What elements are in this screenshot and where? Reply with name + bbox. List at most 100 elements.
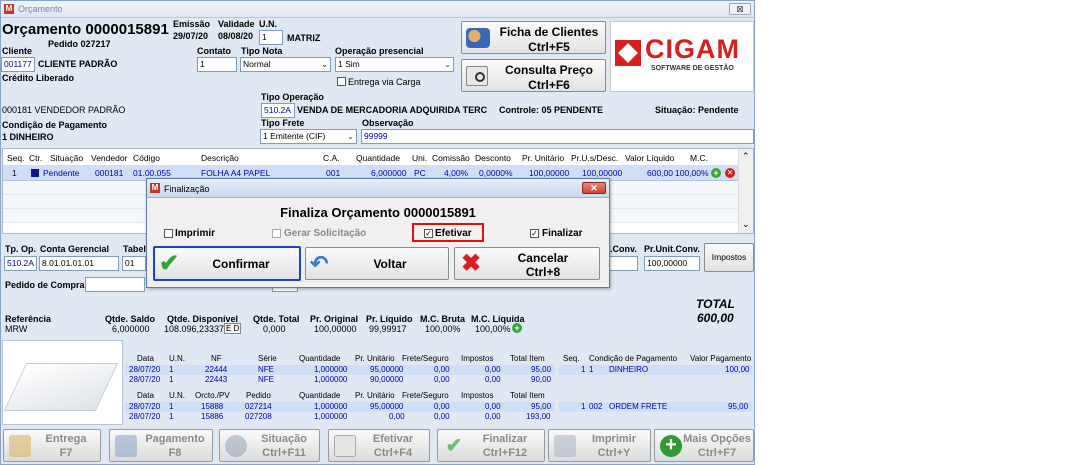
cell: 1	[169, 412, 174, 421]
un-input[interactable]: 1	[259, 30, 283, 45]
col-ctr[interactable]: Ctr.	[29, 153, 42, 163]
situacao-button[interactable]: Situação Ctrl+F11	[219, 429, 320, 462]
col-quantidade[interactable]: Quantidade	[356, 153, 400, 163]
col-situacao[interactable]: Situação	[50, 153, 83, 163]
col-comissao[interactable]: Comissão	[432, 153, 470, 163]
mais-opcoes-button[interactable]: + Mais Opções Ctrl+F7	[654, 429, 754, 462]
observacao-input[interactable]: 99999	[361, 129, 754, 144]
orc-col-data: Data	[137, 391, 154, 400]
conta-label: Conta Gerencial	[40, 244, 110, 254]
cell: 193,00	[526, 412, 551, 421]
cell: 0,00	[389, 412, 405, 421]
finalizar-button[interactable]: ✔ Finalizar Ctrl+F12	[437, 429, 545, 462]
col-descricao[interactable]: Descrição	[201, 153, 239, 163]
cell: 100,00	[725, 365, 750, 374]
cell: 0,00	[434, 365, 450, 374]
col-desconto[interactable]: Desconto	[475, 153, 511, 163]
col-valor-liquido[interactable]: Valor Líquido	[625, 153, 674, 163]
mc-liquida-value: 100,00%	[475, 324, 511, 334]
add-circle-icon[interactable]: +	[512, 323, 522, 333]
grid-header: Seq. Ctr. Situação Vendedor Código Descr…	[3, 149, 738, 166]
tipo-nota-select[interactable]: Normal ⌄	[240, 57, 331, 72]
table-row[interactable]: 28/07/20 1 22443 NFE 1,000000 90,00000 0…	[125, 375, 555, 385]
nf-col-frete: Frete/Seguro	[402, 354, 449, 363]
cancelar-button[interactable]: ✖ Cancelar Ctrl+8	[454, 247, 600, 280]
cell-vendedor: 000181	[95, 168, 124, 178]
qtde-saldo-value: 6,000000	[112, 324, 150, 334]
qtde-disponivel-value: 108.096,233375	[164, 324, 230, 334]
entrega-line1: Entrega	[45, 433, 87, 445]
table-row[interactable]: 1 1 DINHEIRO 100,00	[559, 365, 753, 375]
tpop-input[interactable]: 510.2A	[4, 256, 37, 271]
table-row[interactable]: 28/07/20 1 15886 027208 1,000000 0,00 0,…	[125, 412, 555, 422]
controle-value: Controle: 05 PENDENTE	[499, 105, 604, 115]
finalizar-line1: Finalizar	[482, 433, 528, 445]
pr-liquido-label: Pr. Líquido	[366, 314, 413, 324]
finalizar-checkbox[interactable]: ✓	[530, 229, 539, 238]
chevron-down-icon[interactable]: ⌄	[742, 219, 750, 230]
entrega-button[interactable]: Entrega F7	[3, 429, 101, 462]
table-row[interactable]: 28/07/20 1 15888 027214 1,000000 95,0000…	[125, 402, 555, 412]
prunit-input[interactable]: 100,00000	[644, 256, 700, 271]
nf-col-total: Total Item	[510, 354, 545, 363]
finalizacao-dialog: M Finalização ✕ Finaliza Orçamento 00000…	[146, 178, 610, 288]
nf-col-impostos: Impostos	[461, 354, 494, 363]
confirmar-label: Confirmar	[212, 257, 270, 271]
chevron-up-icon[interactable]: ⌃	[742, 151, 750, 162]
situacao-line2: Ctrl+F11	[262, 447, 306, 459]
cell: 0,00	[434, 412, 450, 421]
imprimir-checkbox[interactable]	[164, 229, 173, 238]
grid-scrollbar[interactable]: ⌃ ⌄	[738, 149, 753, 233]
pr-original-label: Pr. Original	[310, 314, 359, 324]
col-seq[interactable]: Seq.	[7, 153, 25, 163]
pedido-compra-input[interactable]	[85, 277, 145, 292]
cell: 0,00	[485, 375, 501, 384]
conv-input[interactable]	[607, 256, 638, 271]
entrega-checkbox[interactable]	[337, 77, 346, 86]
chevron-down-icon: ⌄	[321, 60, 328, 69]
tpop-label: Tp. Op.	[5, 244, 36, 254]
imprimir-button[interactable]: Imprimir Ctrl+Y	[548, 429, 651, 462]
orc-col-quantidade: Quantidade	[299, 391, 341, 400]
cliente-code-input[interactable]: 001177	[1, 57, 35, 72]
gear-icon	[225, 435, 247, 457]
nf-col-un: U.N.	[169, 354, 185, 363]
col-ca[interactable]: C.A.	[323, 153, 340, 163]
efetivar-checkbox[interactable]: ✓	[424, 229, 433, 238]
cell: 22444	[205, 365, 228, 374]
checkmark-icon: ✔	[445, 435, 463, 457]
col-uni[interactable]: Uni.	[412, 153, 427, 163]
table-row[interactable]: 28/07/20 1 22444 NFE 1,000000 95,00000 0…	[125, 365, 555, 375]
pedido-label: Pedido 027217	[48, 39, 111, 49]
table-row[interactable]: 1 002 ORDEM FRETE 95,00	[559, 402, 753, 412]
emissao-value: 29/07/20	[173, 31, 209, 41]
voltar-button[interactable]: ↶ Voltar	[305, 247, 449, 280]
cell-quantidade: 6,000000	[371, 168, 407, 178]
nf-table: Data U.N. NF Série Quantidade Pr. Unitár…	[125, 354, 555, 388]
contato-input[interactable]: 1	[197, 57, 237, 72]
tipo-frete-select[interactable]: 1 Emitente (CIF) ⌄	[260, 129, 357, 144]
cell: 95,00	[531, 365, 552, 374]
efetivar-button[interactable]: Efetivar Ctrl+F4	[328, 429, 430, 462]
col-pr-unitario[interactable]: Pr. Unitário	[522, 153, 564, 163]
col-vendedor[interactable]: Vendedor	[91, 153, 127, 163]
window-close-button[interactable]: ⊠	[729, 3, 751, 15]
tipo-operacao-input[interactable]: 510.2A	[261, 103, 295, 118]
col-pr-us-desc[interactable]: Pr.U.s/Desc.	[571, 153, 618, 163]
search-document-icon	[466, 66, 488, 86]
ficha-clientes-button[interactable]: Ficha de Clientes Ctrl+F5	[461, 21, 606, 54]
conta-input[interactable]: 8.01.01.01.01	[39, 256, 119, 271]
consulta-preco-button[interactable]: Consulta Preço Ctrl+F6	[461, 59, 606, 92]
confirmar-button[interactable]: ✔ Confirmar	[153, 246, 301, 281]
prunit-label: Pr.Unit.Conv.	[644, 244, 700, 254]
operacao-select[interactable]: 1 Sim ⌄	[335, 57, 454, 72]
ed-buttons[interactable]: E D	[224, 323, 242, 334]
tabel-input[interactable]: 01	[122, 256, 146, 271]
remove-circle-icon[interactable]: ×	[725, 168, 735, 178]
col-mc[interactable]: M.C.	[690, 153, 708, 163]
pagamento-button[interactable]: Pagamento F8	[109, 429, 213, 462]
dialog-close-button[interactable]: ✕	[582, 182, 606, 194]
col-codigo[interactable]: Código	[133, 153, 160, 163]
impostos-button[interactable]: Impostos	[704, 243, 754, 272]
add-circle-icon[interactable]: +	[711, 168, 721, 178]
